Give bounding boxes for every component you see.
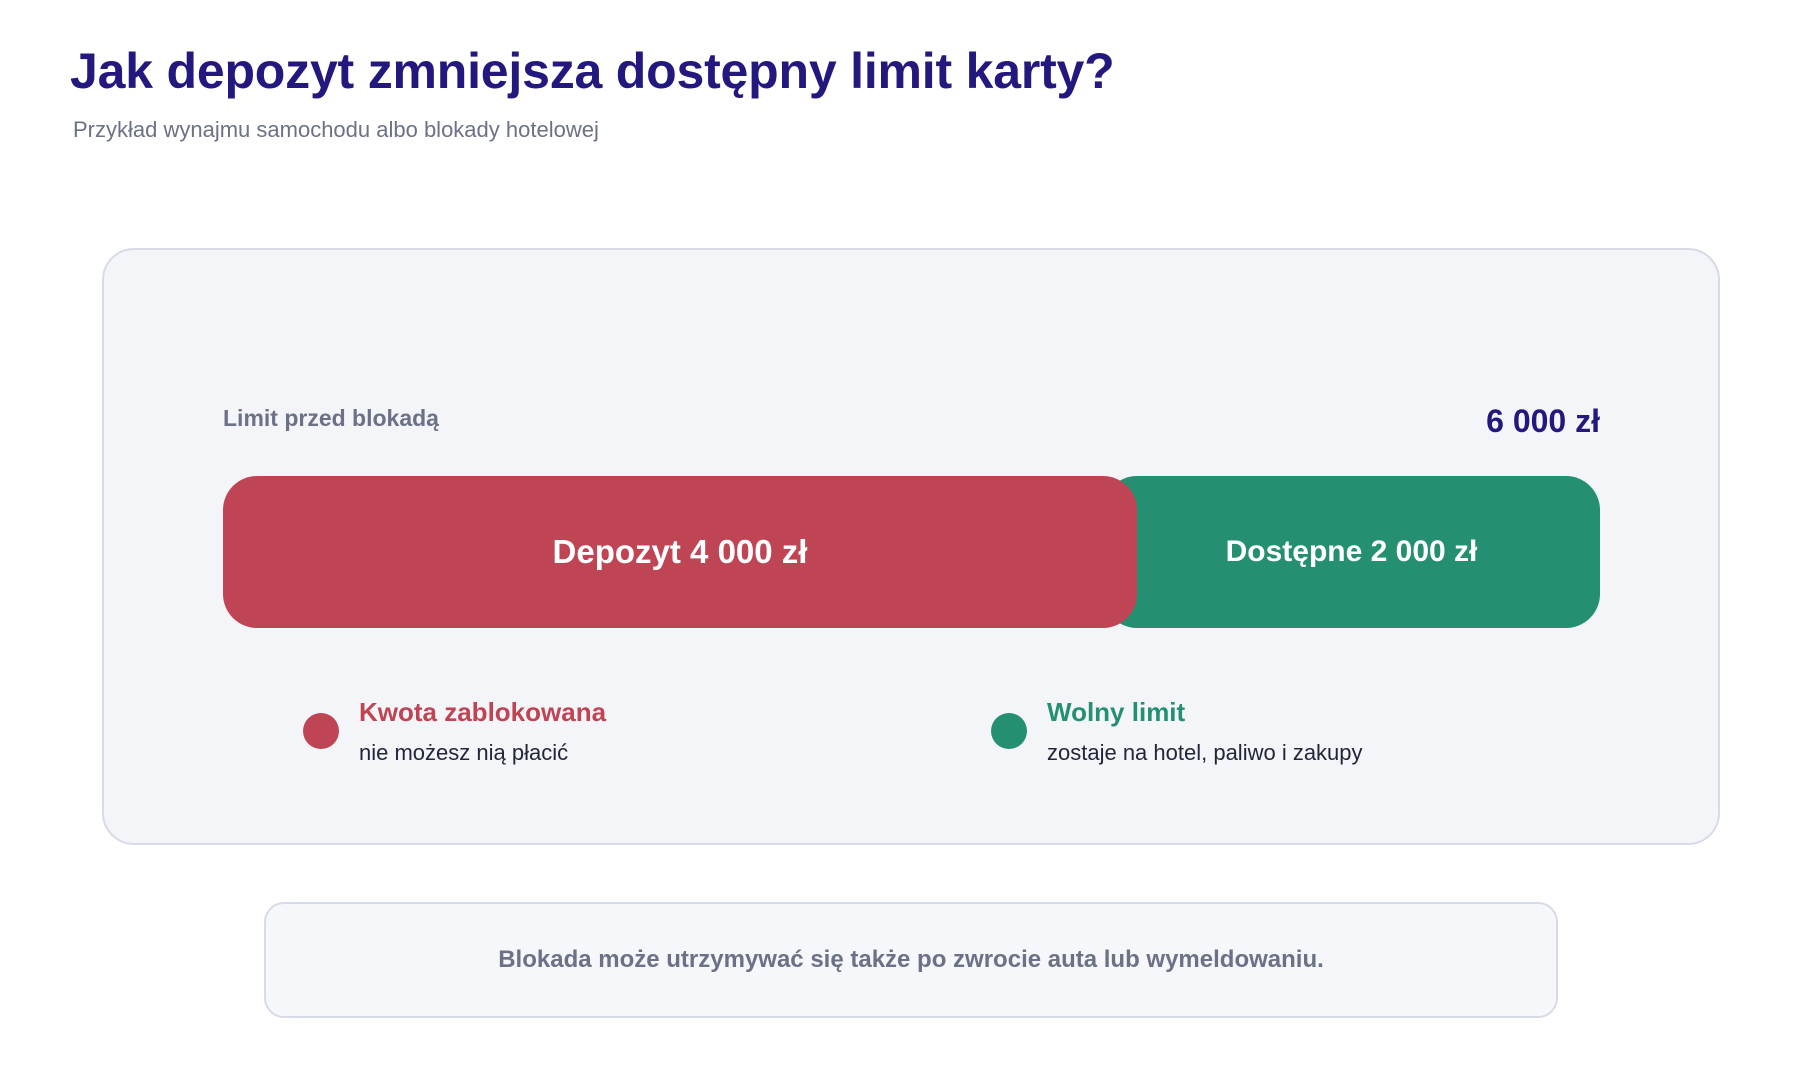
legend-dot-free-icon: [991, 713, 1027, 749]
page: Jak depozyt zmniejsza dostępny limit kar…: [0, 0, 1800, 1080]
info-note: Blokada może utrzymywać się także po zwr…: [264, 902, 1558, 1018]
bar-segment-available-label: Dostępne 2 000 zł: [1225, 535, 1478, 568]
bar-segment-deposit: Depozyt 4 000 zł: [223, 476, 1137, 628]
bar-segment-deposit-label: Depozyt 4 000 zł: [552, 533, 808, 570]
legend-dot-blocked-icon: [303, 713, 339, 749]
page-subtitle: Przykład wynajmu samochodu albo blokady …: [73, 117, 599, 142]
legend-title-blocked: Kwota zablokowana: [359, 697, 607, 727]
legend-title-free: Wolny limit: [1047, 697, 1186, 727]
legend-description-blocked: nie możesz nią płacić: [359, 740, 569, 765]
page-title: Jak depozyt zmniejsza dostępny limit kar…: [70, 43, 1115, 99]
legend-description-free: zostaje na hotel, paliwo i zakupy: [1047, 740, 1363, 765]
limit-total: 6 000 zł: [1486, 403, 1600, 439]
limit-label: Limit przed blokadą: [223, 405, 439, 431]
info-note-text: Blokada może utrzymywać się także po zwr…: [498, 946, 1324, 973]
bar-segment-available: Dostępne 2 000 zł: [1103, 476, 1600, 628]
